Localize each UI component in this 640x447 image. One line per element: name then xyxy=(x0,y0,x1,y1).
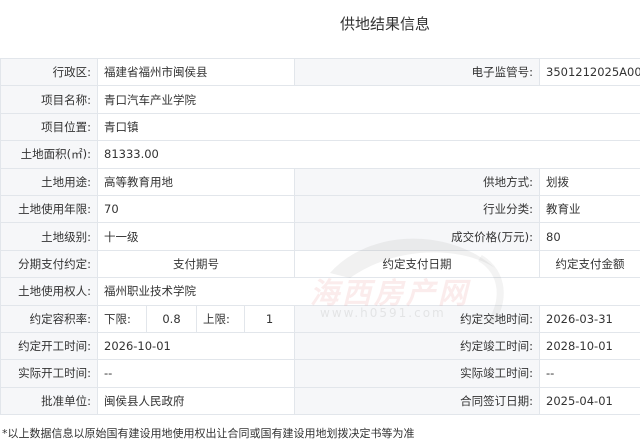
table-row: 土地级别: 十一级 成交价格(万元): 80 xyxy=(0,222,640,251)
land-grade-label: 土地级别: xyxy=(0,222,98,251)
district-label: 行政区: xyxy=(0,57,98,87)
supply-method-label: 供地方式: xyxy=(294,167,540,196)
table-row: 实际开工时间: -- 实际竣工时间: -- xyxy=(0,359,640,388)
contract-date-value: 2025-04-01 xyxy=(539,386,640,416)
deal-price-label: 成交价格(万元): xyxy=(294,222,540,251)
installment-header-period: 支付期号 xyxy=(97,249,295,279)
industry-label: 行业分类: xyxy=(294,194,540,224)
plot-ratio-lower-label: 下限: xyxy=(97,304,147,333)
use-years-value: 70 xyxy=(97,194,295,224)
table-row: 约定容积率: 下限: 0.8 上限: 1 约定交地时间: 2026-03-31 xyxy=(0,304,640,333)
project-name-value: 青口汽车产业学院 xyxy=(97,85,640,114)
completion-time-label: 约定竣工时间: xyxy=(294,331,540,361)
actual-completion-value: -- xyxy=(539,359,640,388)
project-name-label: 项目名称: xyxy=(0,85,98,114)
table-row: 批准单位: 闽侯县人民政府 合同签订日期: 2025-04-01 xyxy=(0,386,640,416)
table-row: 约定开工时间: 2026-10-01 约定竣工时间: 2028-10-01 xyxy=(0,331,640,361)
table-row: 土地使用权人: 福州职业技术学院 xyxy=(0,277,640,306)
project-location-value: 青口镇 xyxy=(97,112,640,142)
land-user-value: 福州职业技术学院 xyxy=(97,277,640,306)
table-row: 行政区: 福建省福州市闽侯县 电子监管号: 3501212025A000060 xyxy=(0,57,640,87)
table-row: 项目位置: 青口镇 xyxy=(0,112,640,142)
land-use-value: 高等教育用地 xyxy=(97,167,295,196)
table-row: 土地面积(㎡): 81333.00 xyxy=(0,140,640,169)
installment-header-amount: 约定支付金额 xyxy=(539,249,640,279)
table-row: 项目名称: 青口汽车产业学院 xyxy=(0,85,640,114)
table-row: 土地用途: 高等教育用地 供地方式: 划拨 xyxy=(0,167,640,196)
project-location-label: 项目位置: xyxy=(0,112,98,142)
table-row: 分期支付约定: 支付期号 约定支付日期 约定支付金额 xyxy=(0,249,640,279)
land-grade-value: 十一级 xyxy=(97,222,295,251)
approver-label: 批准单位: xyxy=(0,386,98,416)
start-time-value: 2026-10-01 xyxy=(97,331,295,361)
footnote: *以上数据信息以原始国有建设用地使用权出让合同或国有建设用地划拨决定书等为准 xyxy=(2,427,415,440)
completion-time-value: 2028-10-01 xyxy=(539,331,640,361)
land-user-label: 土地使用权人: xyxy=(0,277,98,306)
land-supply-info-table: 行政区: 福建省福州市闽侯县 电子监管号: 3501212025A000060 … xyxy=(0,57,640,416)
actual-start-label: 实际开工时间: xyxy=(0,359,98,388)
supply-method-value: 划拨 xyxy=(539,167,640,196)
land-area-label: 土地面积(㎡): xyxy=(0,140,98,169)
industry-value: 教育业 xyxy=(539,194,640,224)
supervision-no-label: 电子监管号: xyxy=(294,57,540,87)
district-value: 福建省福州市闽侯县 xyxy=(97,57,295,87)
table-row: 土地使用年限: 70 行业分类: 教育业 xyxy=(0,194,640,224)
page-title: 供地结果信息 xyxy=(339,15,430,33)
use-years-label: 土地使用年限: xyxy=(0,194,98,224)
supervision-no-value: 3501212025A000060 xyxy=(539,57,640,87)
actual-completion-label: 实际竣工时间: xyxy=(294,359,540,388)
approver-value: 闽侯县人民政府 xyxy=(97,386,295,416)
plot-ratio-lower-value: 0.8 xyxy=(146,304,197,333)
deal-price-value: 80 xyxy=(539,222,640,251)
actual-start-value: -- xyxy=(97,359,295,388)
contract-date-label: 合同签订日期: xyxy=(294,386,540,416)
land-use-label: 土地用途: xyxy=(0,167,98,196)
delivery-time-value: 2026-03-31 xyxy=(539,304,640,333)
installment-header-date: 约定支付日期 xyxy=(294,249,540,279)
plot-ratio-label: 约定容积率: xyxy=(0,304,98,333)
delivery-time-label: 约定交地时间: xyxy=(294,304,540,333)
installment-label: 分期支付约定: xyxy=(0,249,98,279)
plot-ratio-upper-value: 1 xyxy=(244,304,295,333)
start-time-label: 约定开工时间: xyxy=(0,331,98,361)
plot-ratio-upper-label: 上限: xyxy=(196,304,245,333)
land-area-value: 81333.00 xyxy=(97,140,640,169)
